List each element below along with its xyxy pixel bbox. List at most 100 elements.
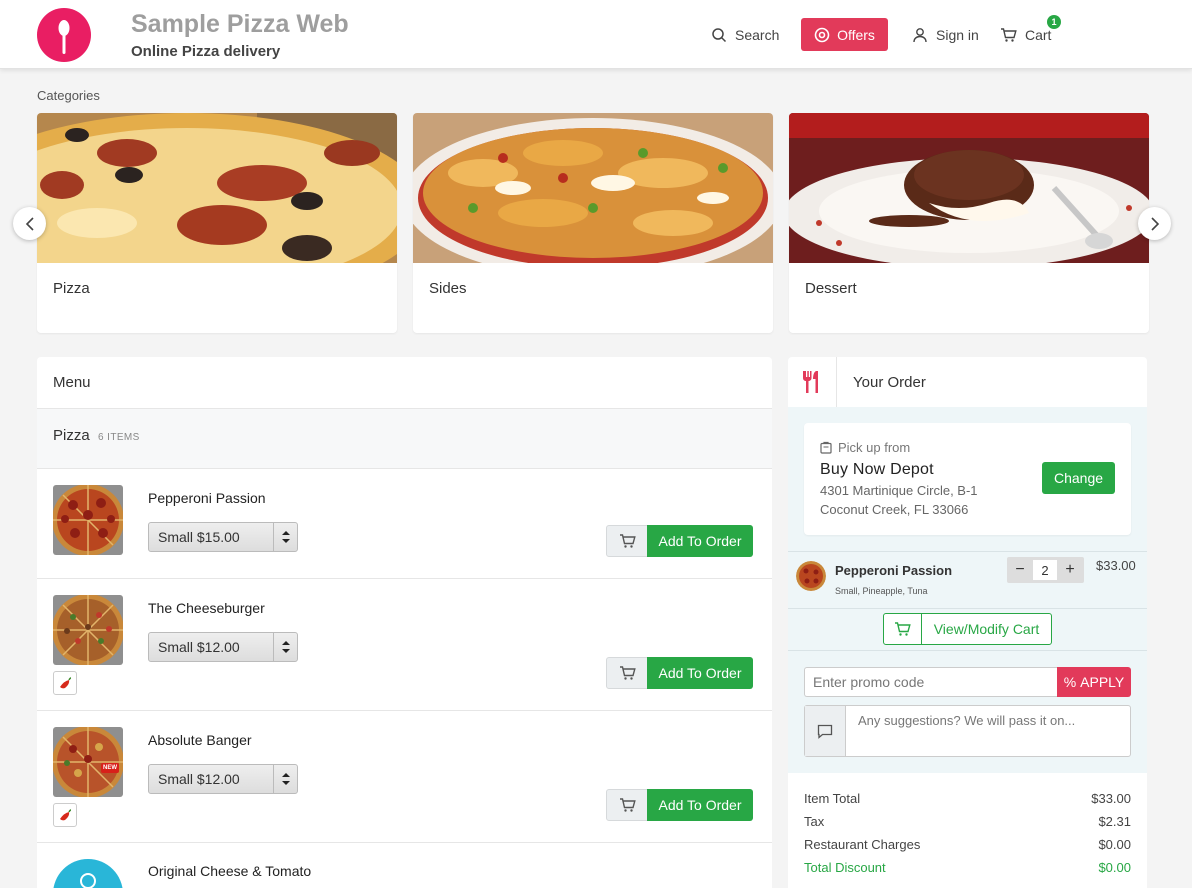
category-card-sides[interactable]: Sides: [413, 113, 773, 333]
menu-item-row: NEW Absolute Banger Small $12.00 Add To …: [37, 711, 772, 843]
quantity-increase-button[interactable]: +: [1060, 560, 1080, 580]
order-line-name: Pepperoni Passion: [835, 563, 953, 578]
total-value: $33.00: [1091, 791, 1131, 806]
cart-count-badge: 1: [1047, 15, 1061, 29]
search-icon: [712, 28, 727, 43]
total-label: Total Discount: [804, 860, 886, 875]
menu-item-row: Pepperoni Passion Small $15.00 Add To Or…: [37, 469, 772, 579]
nav-cart[interactable]: Cart: [1000, 24, 1051, 46]
brand-logo-icon[interactable]: [37, 8, 91, 62]
pickup-card: Pick up from Buy Now Depot 4301 Martiniq…: [804, 423, 1131, 535]
size-select[interactable]: Small $12.00: [148, 764, 298, 794]
pickup-label: Pick up from: [820, 440, 910, 455]
store-icon: [820, 441, 832, 454]
brand-subtitle: Online Pizza delivery: [131, 43, 281, 60]
size-select[interactable]: Small $12.00: [148, 632, 298, 662]
category-image-sides: [413, 113, 773, 263]
item-name: The Cheeseburger: [148, 600, 265, 616]
quantity-stepper: − 2 +: [1007, 557, 1084, 583]
size-select-value: Small $12.00: [158, 771, 240, 787]
total-label: Restaurant Charges: [804, 837, 921, 852]
user-icon: [913, 28, 927, 43]
menu-title: Menu: [53, 374, 91, 391]
apply-label: APPLY: [1080, 674, 1125, 690]
menu-header: Menu: [37, 357, 772, 409]
suggestions-textarea[interactable]: [846, 706, 1130, 756]
order-line-price: $33.00: [1096, 558, 1136, 573]
select-arrows-icon: [273, 633, 297, 661]
add-to-order-button[interactable]: Add To Order: [647, 657, 753, 689]
menu-item-row: Original Cheese & Tomato: [37, 843, 772, 888]
store-name: Buy Now Depot: [820, 461, 934, 478]
order-line-options: Small, Pineapple, Tuna: [835, 586, 928, 596]
item-image[interactable]: [53, 859, 123, 888]
item-cart-icon-button[interactable]: [606, 525, 648, 557]
promo-code-input[interactable]: [804, 667, 1058, 697]
nav-signin[interactable]: Sign in: [912, 24, 979, 46]
total-value: $0.00: [1098, 837, 1131, 852]
quantity-decrease-button[interactable]: −: [1010, 560, 1030, 580]
brand-title[interactable]: Sample Pizza Web: [131, 10, 349, 39]
cart-icon: [619, 534, 636, 548]
site-header: Sample Pizza Web Online Pizza delivery S…: [0, 0, 1192, 69]
order-header: Your Order: [788, 357, 1147, 407]
carousel-next-button[interactable]: [1138, 207, 1171, 240]
add-to-order-button[interactable]: Add To Order: [647, 789, 753, 821]
size-select-value: Small $15.00: [158, 529, 240, 545]
item-cart-icon-button[interactable]: [606, 657, 648, 689]
select-arrows-icon: [273, 523, 297, 551]
view-modify-cart-button[interactable]: View/Modify Cart: [883, 613, 1052, 645]
offers-label: Offers: [837, 26, 875, 43]
store-address-line1: 4301 Martinique Circle, B-1: [820, 483, 978, 498]
order-totals: Item Total $33.00 Tax $2.31 Restaurant C…: [788, 773, 1147, 888]
change-store-button[interactable]: Change: [1042, 462, 1115, 494]
new-badge: NEW: [103, 765, 117, 771]
item-cart-icon-button[interactable]: [606, 789, 648, 821]
item-image[interactable]: [53, 595, 123, 665]
cart-icon: [884, 614, 922, 644]
menu-section-count: 6 ITEMS: [98, 432, 140, 443]
menu-section-header: Pizza 6 ITEMS: [37, 409, 772, 469]
select-arrows-icon: [273, 765, 297, 793]
chili-icon: [53, 803, 77, 827]
nav-search-label: Search: [735, 27, 780, 43]
total-label: Item Total: [804, 791, 861, 806]
item-image[interactable]: NEW: [53, 727, 123, 797]
cutlery-icon: [788, 357, 837, 407]
order-line-image: [796, 561, 826, 591]
category-card-dessert[interactable]: Dessert: [789, 113, 1149, 333]
size-select[interactable]: Small $15.00: [148, 522, 298, 552]
size-select-value: Small $12.00: [158, 639, 240, 655]
nav-search[interactable]: Search: [711, 24, 779, 46]
carousel-prev-button[interactable]: [13, 207, 46, 240]
percent-icon: %: [1063, 674, 1077, 690]
menu-section-title: Pizza: [53, 427, 90, 444]
category-image-dessert: [789, 113, 1149, 263]
quantity-value[interactable]: 2: [1033, 560, 1057, 580]
add-to-order-button[interactable]: Add To Order: [647, 525, 753, 557]
cart-icon: [1001, 28, 1017, 42]
category-card-pizza[interactable]: Pizza: [37, 113, 397, 333]
nav-signin-label: Sign in: [936, 27, 979, 43]
total-row-discount: Total Discount $0.00: [804, 860, 1131, 875]
offers-button[interactable]: Offers: [801, 18, 888, 51]
categories-label: Categories: [37, 88, 100, 103]
total-row-tax: Tax $2.31: [804, 814, 1131, 829]
category-name-sides: Sides: [429, 280, 467, 297]
total-value: $0.00: [1098, 860, 1131, 875]
cart-icon: [619, 798, 636, 812]
offers-icon: [814, 27, 830, 42]
order-title: Your Order: [853, 374, 926, 391]
comment-icon: [805, 706, 846, 756]
category-name-pizza: Pizza: [53, 280, 90, 297]
apply-promo-button[interactable]: % APPLY: [1057, 667, 1131, 697]
chili-icon: [53, 671, 77, 695]
total-value: $2.31: [1098, 814, 1131, 829]
item-name: Absolute Banger: [148, 732, 252, 748]
item-name: Original Cheese & Tomato: [148, 863, 312, 879]
total-row-item-total: Item Total $33.00: [804, 791, 1131, 806]
item-image[interactable]: [53, 485, 123, 555]
total-label: Tax: [804, 814, 825, 829]
chevron-right-icon: [1150, 216, 1159, 231]
chevron-left-icon: [25, 216, 34, 231]
